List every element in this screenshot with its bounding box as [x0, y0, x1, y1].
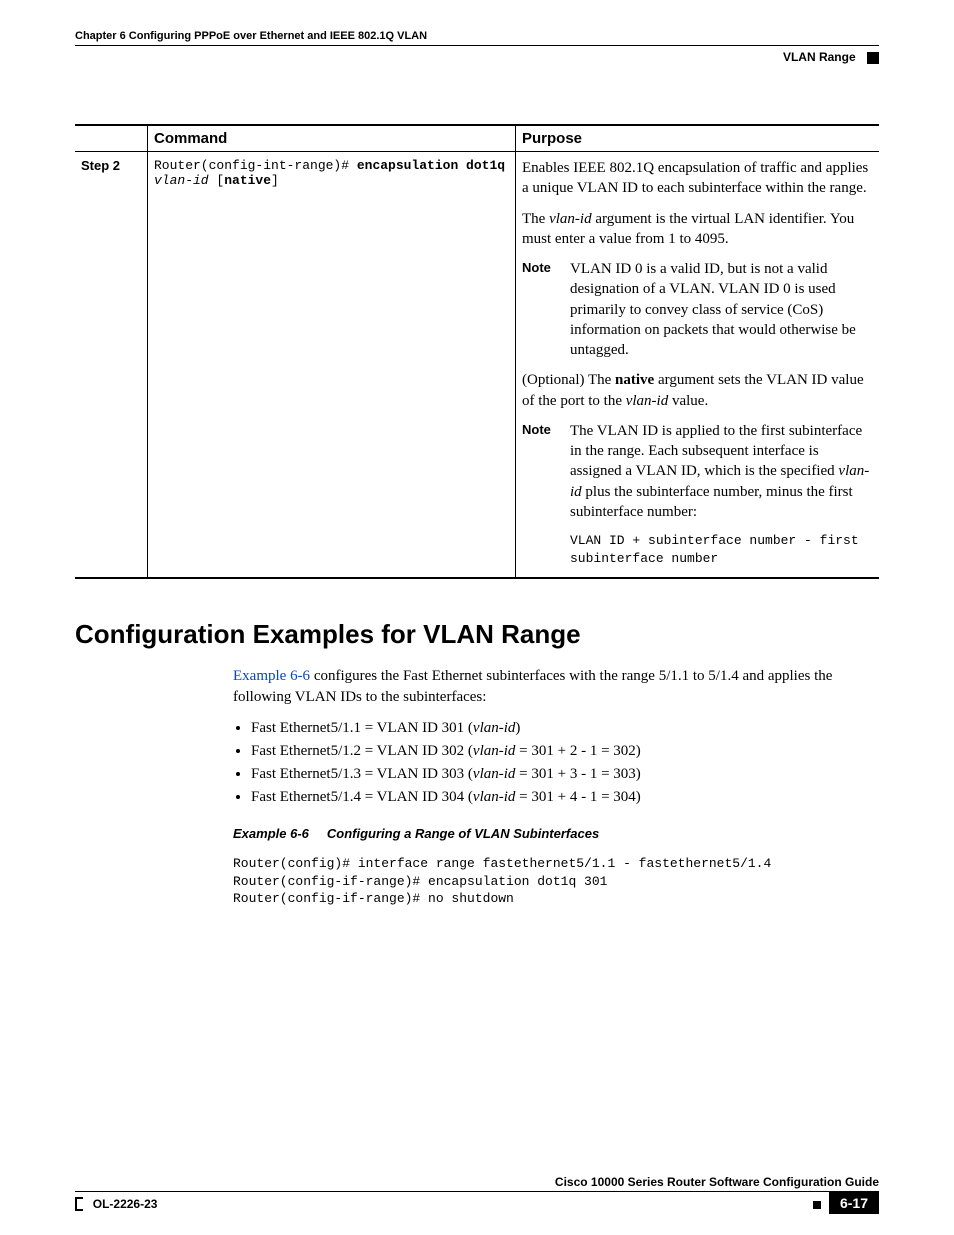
bullet-list: Fast Ethernet5/1.1 = VLAN ID 301 (vlan-i… [233, 720, 879, 806]
running-header: Chapter 6 Configuring PPPoE over Etherne… [75, 30, 879, 46]
purpose-text: The vlan-id argument is the virtual LAN … [522, 209, 873, 250]
list-item: Fast Ethernet5/1.4 = VLAN ID 304 (vlan-i… [251, 789, 879, 806]
purpose-text: (Optional) The native argument sets the … [522, 370, 873, 411]
section-label: VLAN Range [783, 50, 856, 64]
example-caption: Example 6-6Configuring a Range of VLAN S… [233, 826, 879, 841]
intro-paragraph: Example 6-6 configures the Fast Ethernet… [233, 666, 879, 708]
cmd-arg: vlan-id [154, 173, 209, 188]
purpose-text: Enables IEEE 802.1Q encapsulation of tra… [522, 158, 873, 199]
page-number: 6-17 [829, 1192, 879, 1214]
page-footer: Cisco 10000 Series Router Software Confi… [75, 1175, 879, 1213]
command-table: Command Purpose Step 2 Router(config-int… [75, 124, 879, 579]
list-item: Fast Ethernet5/1.2 = VLAN ID 302 (vlan-i… [251, 743, 879, 760]
col-purpose-header: Purpose [516, 125, 880, 152]
header-marker-icon [867, 52, 879, 64]
note-body: The VLAN ID is applied to the first subi… [570, 421, 873, 522]
col-command-header: Command [148, 125, 516, 152]
col-step-header [75, 125, 148, 152]
step-label: Step 2 [81, 158, 120, 173]
note: Note The VLAN ID is applied to the first… [522, 421, 873, 522]
note: Note VLAN ID 0 is a valid ID, but is not… [522, 259, 873, 360]
footer-mark-icon [813, 1201, 821, 1209]
table-row: Step 2 Router(config-int-range)# encapsu… [75, 152, 879, 579]
note-label: Note [522, 421, 570, 522]
section-heading: Configuration Examples for VLAN Range [75, 619, 879, 650]
formula-code: VLAN ID + subinterface number - first su… [570, 532, 873, 567]
example-code: Router(config)# interface range fastethe… [233, 855, 879, 908]
cmd-keyword: native [224, 173, 271, 188]
list-item: Fast Ethernet5/1.3 = VLAN ID 303 (vlan-i… [251, 766, 879, 783]
list-item: Fast Ethernet5/1.1 = VLAN ID 301 (vlan-i… [251, 720, 879, 737]
note-label: Note [522, 259, 570, 360]
doc-id: OL-2226-23 [93, 1197, 158, 1211]
note-body: VLAN ID 0 is a valid ID, but is not a va… [570, 259, 873, 360]
cmd-keyword: encapsulation dot1q [357, 158, 505, 173]
command-syntax: Router(config-int-range)# encapsulation … [154, 158, 509, 188]
footer-mark-icon [75, 1197, 83, 1211]
example-link[interactable]: Example 6-6 [233, 668, 310, 684]
guide-title: Cisco 10000 Series Router Software Confi… [75, 1175, 879, 1191]
cmd-prompt: Router(config-int-range)# [154, 158, 357, 173]
